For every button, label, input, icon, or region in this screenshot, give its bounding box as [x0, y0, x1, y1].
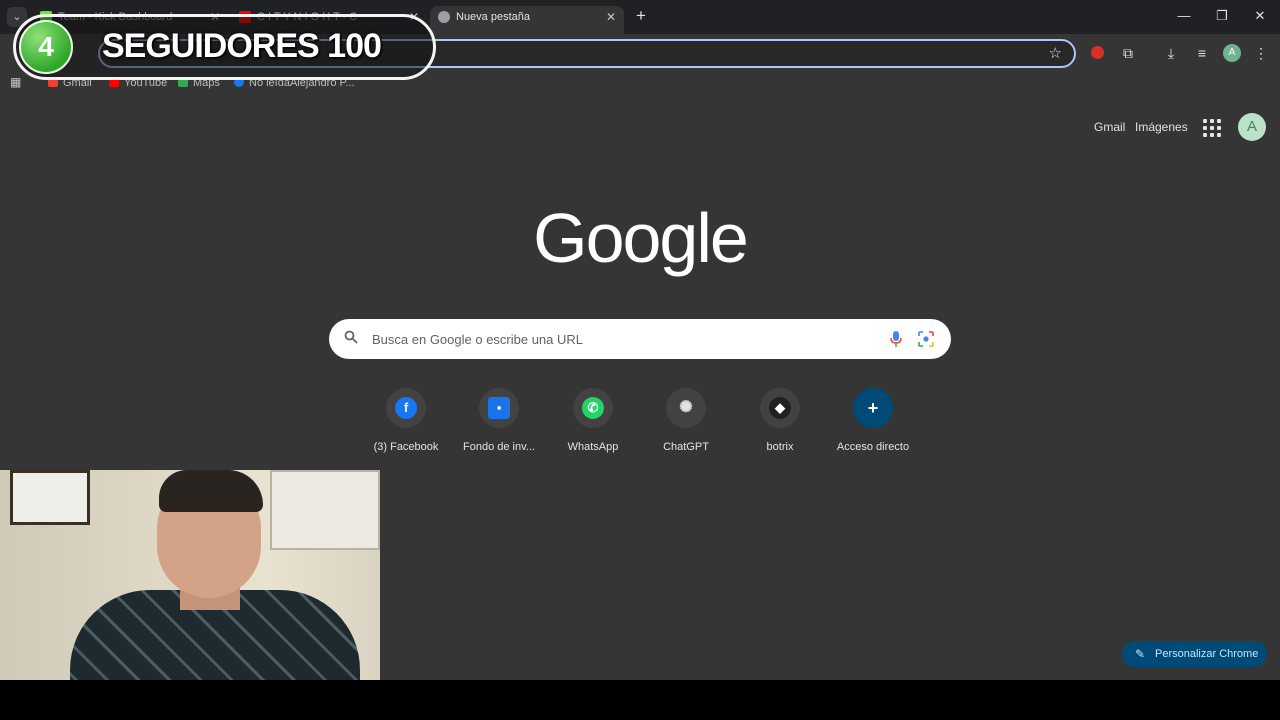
- followers-goal-text: SEGUIDORES 100: [102, 27, 382, 65]
- chrome-icon: [438, 11, 450, 23]
- google-lens-icon[interactable]: [918, 331, 934, 347]
- shortcut-tile: ◆: [760, 388, 800, 428]
- customize-chrome-button[interactable]: ✎ Personalizar Chrome: [1122, 641, 1267, 667]
- shortcut-add[interactable]: + Acceso directo: [827, 386, 919, 466]
- fondo-icon: ▪: [488, 397, 510, 419]
- search-icon: [344, 330, 358, 344]
- microphone-icon[interactable]: [889, 330, 903, 348]
- extensions-puzzle-icon[interactable]: ⧉: [1117, 44, 1139, 62]
- restore-button[interactable]: ❐: [1210, 6, 1234, 26]
- shortcut-label: (3) Facebook: [373, 441, 439, 453]
- tab-title: Nueva pestaña: [456, 11, 530, 23]
- shortcut-tile: ✺: [666, 388, 706, 428]
- whatsapp-icon: ✆: [582, 397, 604, 419]
- shortcut-whatsapp[interactable]: ✆ WhatsApp: [547, 386, 639, 466]
- shortcut-label: WhatsApp: [567, 441, 619, 453]
- facebook-icon: f: [395, 397, 417, 419]
- wall-frame: [270, 470, 380, 550]
- search-input[interactable]: [372, 319, 872, 359]
- tab-nueva-pestana[interactable]: Nueva pestaña ✕: [430, 6, 624, 34]
- shortcut-facebook[interactable]: f (3) Facebook: [360, 386, 452, 466]
- images-link[interactable]: Imágenes: [1135, 120, 1188, 134]
- tab-close-icon[interactable]: ✕: [606, 6, 616, 28]
- chatgpt-icon: ✺: [675, 397, 697, 419]
- profile-avatar-icon[interactable]: A: [1223, 44, 1241, 62]
- shortcut-label: Acceso directo: [836, 441, 910, 453]
- shortcut-fondo[interactable]: ▪ Fondo de inv...: [453, 386, 545, 466]
- download-icon[interactable]: ⤓: [1160, 44, 1182, 62]
- account-avatar[interactable]: A: [1238, 113, 1266, 141]
- apps-grid-icon[interactable]: ▦: [10, 76, 22, 88]
- close-window-button[interactable]: ✕: [1248, 6, 1272, 26]
- menu-kebab-icon[interactable]: ⋮: [1250, 44, 1272, 62]
- followers-count-badge: 4: [19, 20, 73, 74]
- extension-red-icon[interactable]: [1091, 46, 1104, 59]
- new-tab-button[interactable]: +: [631, 6, 651, 26]
- shortcut-chatgpt[interactable]: ✺ ChatGPT: [640, 386, 732, 466]
- shortcut-tile: f: [386, 388, 426, 428]
- followers-goal-overlay: 4 SEGUIDORES 100: [13, 14, 436, 80]
- shortcut-botrix[interactable]: ◆ botrix: [734, 386, 826, 466]
- botrix-icon: ◆: [769, 397, 791, 419]
- media-control-icon[interactable]: ≡: [1191, 44, 1213, 62]
- google-apps-icon[interactable]: [1203, 119, 1221, 137]
- add-icon: +: [867, 398, 879, 418]
- shortcut-label: Fondo de inv...: [463, 441, 535, 453]
- person-hair: [159, 470, 263, 512]
- search-box[interactable]: [329, 319, 951, 359]
- shortcut-tile: +: [853, 388, 893, 428]
- shortcut-tile: ✆: [573, 388, 613, 428]
- gmail-link[interactable]: Gmail: [1094, 120, 1125, 134]
- shortcut-tile: ▪: [479, 388, 519, 428]
- google-logo: Google: [533, 199, 749, 277]
- minimize-button[interactable]: —: [1172, 6, 1196, 26]
- webcam-overlay: [0, 470, 380, 680]
- shortcut-label: botrix: [766, 441, 794, 453]
- pencil-icon: ✎: [1135, 647, 1146, 661]
- customize-label: Personalizar Chrome: [1155, 648, 1259, 660]
- browser-window: ⌄ Team - Kick Dashboard ✕ C I T Y N I G …: [0, 0, 1280, 680]
- letterbox-bar: [0, 680, 1280, 720]
- shortcut-label: ChatGPT: [663, 441, 709, 453]
- wall-certificate: [10, 470, 90, 525]
- bookmark-star-icon[interactable]: ☆: [1049, 44, 1062, 62]
